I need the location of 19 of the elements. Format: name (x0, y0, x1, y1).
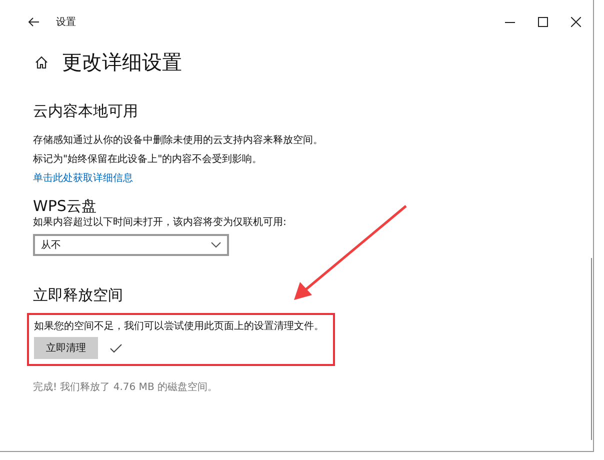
scrollbar[interactable] (591, 258, 592, 440)
clean-now-button[interactable]: 立即清理 (34, 337, 98, 359)
description-text: 存储感知通过从你的设备中删除未使用的云支持内容来释放空间。 (33, 134, 324, 148)
close-icon[interactable] (571, 17, 581, 27)
page-title: 更改详细设置 (62, 48, 182, 76)
dropdown[interactable]: 从不 (33, 234, 229, 256)
chevron-icon (211, 242, 221, 248)
details-link[interactable]: 单击此处获取详细信息 (33, 169, 133, 189)
section-heading: 云内容本地可用 (33, 102, 139, 121)
description-text: 标记为"始终保留在此设备上"的内容不会受到影响。 (33, 152, 264, 167)
section-heading: WPS云盘 (33, 197, 98, 216)
status-text: 完成! 我们释放了 4.76 MB 的磁盘空间。 (33, 380, 218, 394)
description-text: 如果您的空间不足，我们可以尝试使用此页面上的设置清理文件。 (34, 320, 325, 334)
section-heading: 立即释放空间 (33, 286, 124, 305)
back-icon[interactable] (28, 17, 40, 27)
maximize-icon[interactable] (538, 17, 548, 27)
description-text: 如果内容超过以下时间未打开，该内容将变为仅联机可用: (33, 216, 288, 230)
home-icon[interactable] (35, 56, 48, 68)
window-title: 设置 (56, 16, 76, 29)
